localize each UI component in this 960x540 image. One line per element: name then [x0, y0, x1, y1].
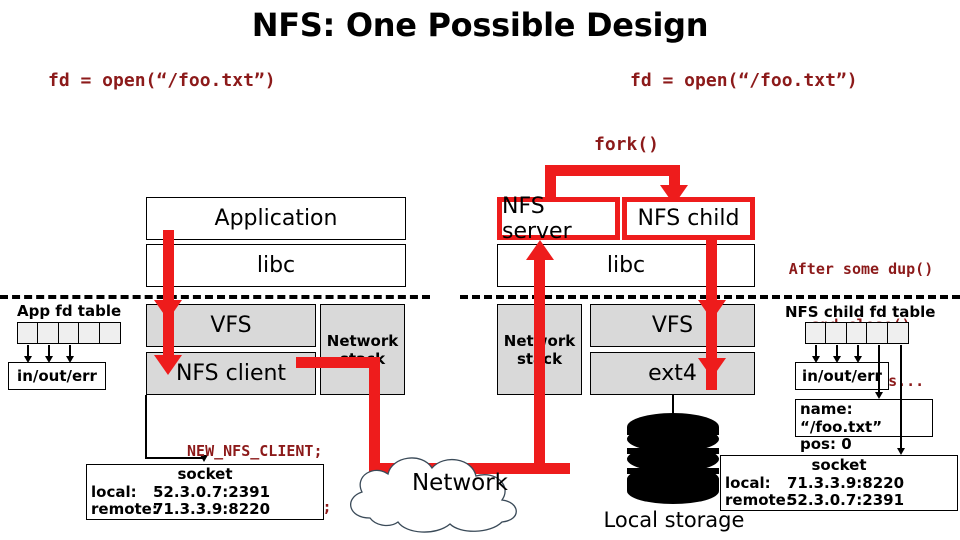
server-process-nfs-child-label: NFS child: [637, 206, 740, 231]
server-call-arrow-head-ext4: [697, 358, 726, 378]
server-layer-ext4-label: ext4: [648, 361, 697, 386]
local-storage-label: Local storage: [603, 508, 745, 532]
client-layer-nfs-client-label: NFS client: [175, 361, 287, 386]
server-layer-vfs-label: VFS: [651, 313, 694, 338]
server-fd-table-title: NFS child fd table: [785, 303, 936, 321]
server-file-struct-box: name: “/foo.txt” pos: 0: [795, 399, 933, 453]
client-call-arrow-shaft: [163, 230, 174, 362]
fork-arrow-crossbar: [545, 165, 680, 176]
server-layer-ext4: ext4: [590, 352, 755, 395]
client-layer-vfs-label: VFS: [210, 313, 252, 338]
server-layer-vfs: VFS: [590, 304, 755, 347]
client-rpc-text-line1: NEW_NFS_CLIENT;: [187, 441, 323, 460]
server-stdio-box: in/out/err: [795, 362, 889, 390]
server-fd-cell-1: [825, 322, 848, 344]
server-rpc-path-up: [534, 250, 545, 468]
server-fd-socket-link-arrow: [896, 448, 905, 455]
client-socket-link-vertical: [145, 395, 147, 458]
server-socket-local-value: 71.3.3.9:8220: [787, 473, 905, 492]
client-stdio-box: in/out/err: [8, 362, 106, 390]
server-file-struct-name: name: “/foo.txt”: [800, 400, 883, 436]
slide-canvas: NFS: One Possible Design fd = open(“/foo…: [0, 0, 960, 540]
server-file-struct-pos: pos: 0: [800, 435, 852, 454]
server-process-nfs-server: NFS server: [497, 194, 620, 244]
client-call-arrow-head-vfs: [154, 300, 182, 320]
server-socket-title: socket: [811, 456, 867, 474]
server-socket-remote-value: 52.3.0.7:2391: [787, 491, 905, 510]
client-fd-cell-0: [17, 322, 39, 344]
server-fd-socket-link: [900, 345, 902, 451]
server-fd-cell-0: [805, 322, 827, 344]
client-socket-local-label: local:: [91, 482, 137, 501]
client-fd-table-title: App fd table: [17, 302, 122, 320]
database-cylinder-icon: [627, 413, 719, 504]
server-stdio-label: in/out/err: [802, 367, 882, 385]
server-fd-file-link: [878, 345, 880, 395]
server-fd-cell-3: [866, 322, 889, 344]
server-process-nfs-server-label: NFS server: [502, 193, 572, 244]
client-layer-application-label: Application: [214, 206, 338, 231]
client-network-stack-label-line1: Network: [326, 331, 399, 350]
client-fd-table: [17, 322, 121, 344]
client-socket-title: socket: [177, 465, 233, 483]
server-process-nfs-child: NFS child: [622, 197, 755, 240]
client-network-stack: Network stack: [320, 304, 405, 395]
server-fd-file-link-arrow: [874, 392, 883, 399]
server-call-arrow-head-vfs: [697, 300, 726, 320]
server-annotation-line1: After some dup(): [788, 259, 934, 278]
client-stdio-label: in/out/err: [17, 367, 97, 385]
server-fd-table: [805, 322, 909, 344]
client-kernel-boundary: [0, 295, 430, 299]
client-call-arrow-head-nfs: [154, 355, 182, 375]
page-title: NFS: One Possible Design: [251, 6, 709, 44]
fork-label: fork(): [594, 134, 660, 155]
client-socket-remote-label: remote:: [91, 500, 158, 519]
server-fd-cell-4: [886, 322, 909, 344]
client-open-call-label: fd = open(“/foo.txt”): [48, 70, 276, 91]
client-fd-cell-2: [57, 322, 80, 344]
client-layer-libc-label: libc: [256, 253, 296, 278]
client-fd-cell-3: [78, 322, 101, 344]
server-layer-libc-label: libc: [606, 253, 646, 278]
client-layer-libc: libc: [146, 244, 406, 287]
client-rpc-path-out: [296, 357, 380, 368]
server-fd-cell-2: [845, 322, 868, 344]
client-fd-cell-4: [98, 322, 121, 344]
fork-arrow-descender: [669, 165, 680, 187]
client-socket-box: socket local: 52.3.0.7:2391 remote: 71.3…: [86, 464, 324, 520]
server-open-call-label: fd = open(“/foo.txt”): [630, 70, 858, 91]
client-socket-local-value: 52.3.0.7:2391: [153, 482, 271, 501]
server-socket-local-label: local:: [725, 473, 771, 492]
network-cloud-label: Network: [411, 470, 509, 496]
client-socket-remote-value: 71.3.3.9:8220: [153, 500, 271, 519]
client-layer-application: Application: [146, 197, 406, 240]
server-socket-box: socket local: 71.3.3.9:8220 remote: 52.3…: [720, 455, 958, 511]
client-fd-cell-1: [37, 322, 60, 344]
